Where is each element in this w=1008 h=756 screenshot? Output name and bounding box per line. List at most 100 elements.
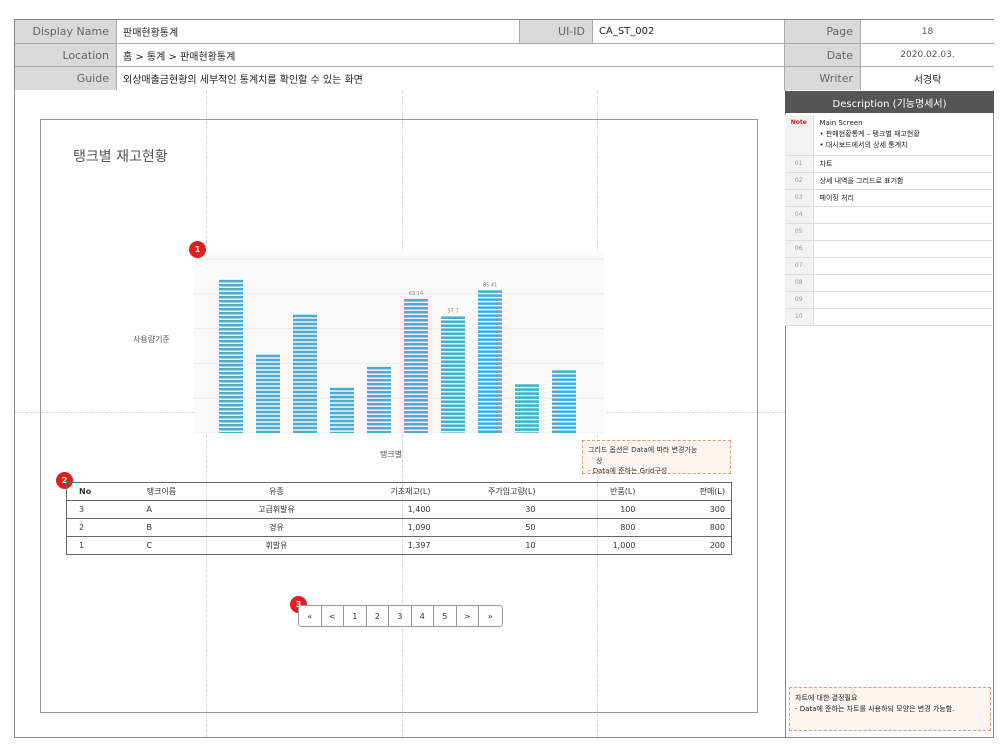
- spec-header: Display Name 판매현황통계 UI-ID CA_ST_002 Page…: [14, 19, 994, 90]
- chart-y-axis-label: 사용량기준: [133, 335, 170, 344]
- note-line-1b: 상: [596, 456, 603, 465]
- cell-tank-name: A: [106, 500, 217, 519]
- uiid-label: UI-ID: [520, 20, 593, 44]
- description-title: Description (기능명세서): [785, 91, 994, 113]
- column-header-tank-name[interactable]: 탱크이름: [106, 482, 217, 501]
- cell-returns: 1,000: [541, 536, 642, 555]
- row-text: 페이징 처리: [813, 189, 992, 207]
- page-1-button[interactable]: 1: [344, 606, 367, 626]
- chart-bar[interactable]: [515, 384, 539, 433]
- page-4-button[interactable]: 4: [411, 606, 434, 626]
- note-line: • 대시보드에서의 상세 통계치: [819, 141, 908, 150]
- page-title: 탱크별 재고현황: [73, 149, 168, 165]
- guide-value: 외상매출금현황의 세부적인 통계치를 확인할 수 있는 화면: [117, 67, 785, 90]
- column-header-sales[interactable]: 판매(L): [641, 482, 732, 501]
- column-header-returns[interactable]: 반품(L): [541, 482, 642, 501]
- chart-bar[interactable]: [330, 387, 354, 433]
- cell-tank-name: C: [106, 536, 217, 555]
- row-number: 06: [785, 240, 814, 258]
- cell-no: 3: [66, 500, 107, 519]
- note-line: Main Screen: [819, 119, 863, 127]
- note-label: Note: [785, 115, 814, 156]
- column-header-no[interactable]: No: [66, 482, 107, 501]
- note-line: • 판매현황통계 – 탱크별 재고현황: [819, 130, 920, 139]
- first-page-button[interactable]: «: [299, 606, 322, 626]
- cell-opening-stock: 1,400: [336, 500, 437, 519]
- grid-option-note: 그리드 옵션은 Data에 따라 변경가능 상 - Data에 준하는 Grid…: [582, 440, 731, 475]
- column-header-fuel-type[interactable]: 유종: [216, 482, 337, 501]
- cell-returns: 800: [541, 518, 642, 537]
- row-number: 02: [785, 172, 814, 190]
- cell-tank-name: B: [106, 518, 217, 537]
- row-number: 03: [785, 189, 814, 207]
- chart-bar[interactable]: [441, 316, 465, 433]
- description-row: 09: [785, 291, 992, 309]
- chart-bar[interactable]: [256, 354, 280, 433]
- chart-bar[interactable]: [219, 279, 243, 433]
- chart-bar[interactable]: [293, 314, 317, 433]
- chart-x-axis-label: 탱크별: [380, 450, 403, 459]
- chart-data-label: 85.41: [483, 282, 497, 288]
- last-page-button[interactable]: »: [479, 606, 502, 626]
- row-text: 상세 내역을 그리드로 표기함: [813, 172, 992, 190]
- row-text: [813, 274, 992, 292]
- row-text: 차트: [813, 155, 992, 173]
- cell-fuel-type: 휘발유: [216, 536, 337, 555]
- row-text: [813, 257, 992, 275]
- chart-bar[interactable]: [552, 370, 576, 433]
- cell-fuel-type: 경유: [216, 518, 337, 537]
- prev-page-button[interactable]: <: [321, 606, 344, 626]
- page-2-button[interactable]: 2: [366, 606, 389, 626]
- row-number: 04: [785, 206, 814, 224]
- row-text: [813, 206, 992, 224]
- chart-data-label: 63.14: [409, 291, 423, 297]
- writer-value: 서경탁: [861, 67, 994, 90]
- cell-opening-stock: 1,090: [336, 518, 437, 537]
- column-header-added-stock[interactable]: 주가입고량(L): [436, 482, 542, 501]
- chart-bar[interactable]: [404, 299, 428, 433]
- note-line-1: 그리드 옵션은 Data에 따라 변경가능: [588, 446, 698, 454]
- row-text: [813, 223, 992, 241]
- description-row: 04: [785, 206, 992, 224]
- chart-bar[interactable]: [367, 366, 391, 433]
- table-row[interactable]: 3 A 고급휘발유 1,400 30 100 300: [66, 500, 732, 519]
- cell-added-stock: 50: [436, 518, 542, 537]
- decision-note-line-1: 차트에 대한 결정필요: [795, 694, 858, 702]
- table-row[interactable]: 2 B 경유 1,090 50 800 800: [66, 518, 732, 537]
- uiid-value: CA_ST_002: [593, 20, 785, 44]
- table-row[interactable]: 1 C 휘발유 1,397 10 1,000 200: [66, 536, 732, 555]
- page-5-button[interactable]: 5: [434, 606, 457, 626]
- date-label: Date: [785, 44, 861, 67]
- date-value: 2020.02.03.: [861, 44, 994, 67]
- row-number: 09: [785, 291, 814, 309]
- next-page-button[interactable]: >: [456, 606, 479, 626]
- chart-bar[interactable]: [478, 290, 502, 433]
- inventory-grid: No 탱크이름 유종 기초재고(L) 주가입고량(L) 반품(L) 판매(L) …: [66, 482, 732, 555]
- column-header-opening-stock[interactable]: 기초재고(L): [336, 482, 437, 501]
- row-text: [813, 291, 992, 309]
- location-value: 홈 > 통계 > 판매현황통계: [117, 44, 785, 67]
- cell-added-stock: 30: [436, 500, 542, 519]
- description-row: 10: [785, 308, 992, 326]
- callout-badge-1: 1: [189, 241, 206, 258]
- page-3-button[interactable]: 3: [389, 606, 412, 626]
- description-row: 03 페이징 처리: [785, 189, 992, 207]
- cell-fuel-type: 고급휘발유: [216, 500, 337, 519]
- row-number: 10: [785, 308, 814, 326]
- description-note-row: Note Main Screen • 판매현황통계 – 탱크별 재고현황 • 대…: [785, 115, 992, 156]
- description-table: Note Main Screen • 판매현황통계 – 탱크별 재고현황 • 대…: [785, 115, 992, 326]
- location-label: Location: [15, 44, 117, 67]
- cell-sales: 800: [641, 518, 732, 537]
- usage-bar-chart: 63.14 57.7 85.41: [194, 258, 604, 433]
- writer-label: Writer: [785, 67, 861, 90]
- cell-added-stock: 10: [436, 536, 542, 555]
- description-row: 02 상세 내역을 그리드로 표기함: [785, 172, 992, 190]
- row-text: [813, 240, 992, 258]
- cell-sales: 200: [641, 536, 732, 555]
- display-name-label: Display Name: [15, 20, 117, 44]
- row-number: 07: [785, 257, 814, 275]
- display-name-value: 판매현황통계: [117, 20, 520, 44]
- row-text: [813, 308, 992, 326]
- description-row: 08: [785, 274, 992, 292]
- pagination: « < 1 2 3 4 5 > »: [298, 605, 503, 627]
